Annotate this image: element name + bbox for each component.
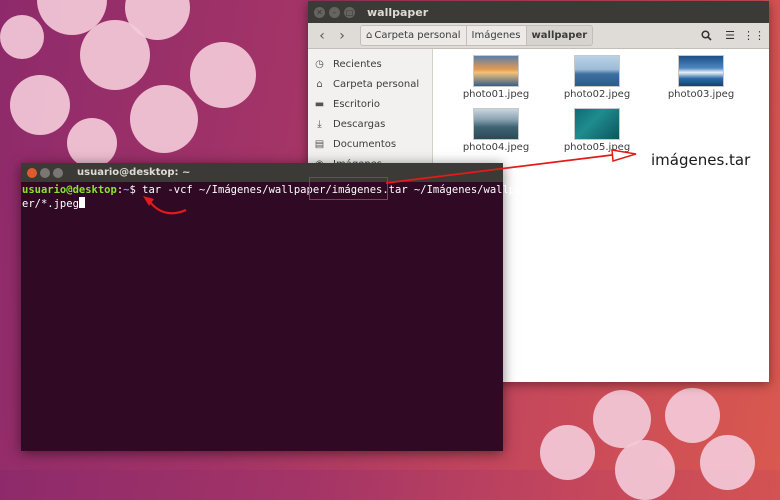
curved-arrow bbox=[149, 201, 187, 215]
annotation-overlay bbox=[143, 149, 637, 215]
arrow-line bbox=[385, 154, 613, 184]
arrow-head bbox=[611, 149, 637, 162]
